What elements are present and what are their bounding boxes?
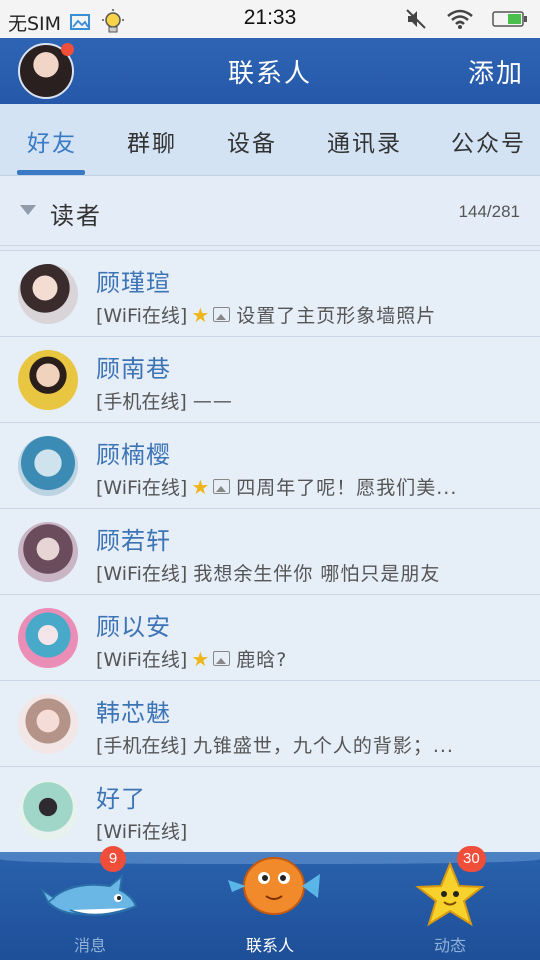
contact-row[interactable]: 顾若轩 [WiFi在线] 我想余生伴你 哪怕只是朋友	[0, 508, 540, 594]
friend-group-header[interactable]: 读者 144/281	[0, 176, 540, 246]
group-online-count: 144/281	[458, 202, 520, 221]
tab-address-book[interactable]: 通讯录	[327, 124, 402, 158]
signature: 我想余生伴你 哪怕只是朋友	[193, 563, 441, 585]
online-status: [手机在线]	[96, 735, 187, 757]
online-status: [WiFi在线]	[96, 477, 188, 499]
unread-badge: 9	[100, 846, 126, 872]
avatar	[18, 694, 78, 754]
contact-list: 顾瑾瑄 [WiFi在线] ★ 设置了主页形象墙照片 顾南巷 [手机在线] —— …	[0, 250, 540, 852]
contact-status-line: [手机在线] ——	[96, 387, 233, 414]
contact-row[interactable]: 韩芯魅 [手机在线] 九锥盛世，九个人的背影；...	[0, 680, 540, 766]
image-icon	[213, 651, 231, 666]
mute-icon	[406, 9, 426, 29]
contact-row[interactable]: 顾以安 [WiFi在线] ★ 鹿晗?	[0, 594, 540, 680]
group-name: 读者	[50, 202, 102, 230]
contact-status-line: [WiFi在线] ★ 鹿晗?	[96, 645, 287, 672]
active-tab-indicator	[17, 170, 85, 175]
bottom-nav: 9 消息 联系人 30 动态	[0, 846, 540, 960]
collapse-arrow-icon	[20, 205, 36, 215]
online-status: [WiFi在线]	[96, 649, 188, 671]
signature: 四周年了呢！愿我们美...	[236, 477, 458, 499]
notification-badge: 30	[457, 846, 486, 872]
nav-contacts[interactable]: 联系人	[180, 852, 360, 960]
nav-messages[interactable]: 9 消息	[0, 846, 180, 960]
contact-row[interactable]: 顾南巷 [手机在线] ——	[0, 336, 540, 422]
star-icon: ★	[191, 302, 210, 327]
tab-official-accounts[interactable]: 公众号	[451, 124, 526, 158]
contact-name: 顾若轩	[96, 527, 171, 555]
signature: 设置了主页形象墙照片	[236, 305, 437, 327]
tab-groups[interactable]: 群聊	[127, 124, 177, 158]
contact-row[interactable]: 好了 [WiFi在线]	[0, 766, 540, 852]
avatar	[18, 350, 78, 410]
contact-name: 顾南巷	[96, 355, 171, 383]
tab-friends[interactable]: 好友	[27, 124, 77, 158]
star-icon: ★	[191, 474, 210, 499]
nav-label: 消息	[73, 936, 106, 955]
online-status: [手机在线]	[96, 391, 187, 413]
avatar	[18, 436, 78, 496]
signature: 九锥盛世，九个人的背影；...	[192, 735, 454, 757]
contact-tabs: 好友 群聊 设备 通讯录 公众号	[0, 104, 540, 176]
avatar	[18, 608, 78, 668]
nav-label: 动态	[433, 936, 466, 955]
page-title: 联系人	[227, 59, 312, 89]
contact-name: 韩芯魅	[96, 699, 171, 727]
add-button[interactable]: 添加	[468, 53, 524, 90]
wifi-icon	[447, 9, 473, 29]
star-icon: ★	[191, 646, 210, 671]
online-status: [WiFi在线]	[96, 821, 188, 843]
contact-status-line: [手机在线] 九锥盛世，九个人的背影；...	[96, 731, 454, 758]
tab-devices[interactable]: 设备	[227, 124, 277, 158]
image-icon	[213, 479, 231, 494]
online-status: [WiFi在线]	[96, 305, 188, 327]
online-status: [WiFi在线]	[96, 563, 188, 585]
nav-feed[interactable]: 30 动态	[360, 846, 540, 960]
avatar	[18, 780, 78, 840]
contact-status-line: [WiFi在线] ★ 四周年了呢！愿我们美...	[96, 473, 457, 500]
status-bar: 无SIM 21:33	[0, 0, 540, 38]
contact-status-line: [WiFi在线] 我想余生伴你 哪怕只是朋友	[96, 559, 440, 586]
image-icon	[213, 307, 231, 322]
signature: 鹿晗?	[236, 649, 288, 671]
avatar	[18, 522, 78, 582]
contact-name: 顾以安	[96, 613, 171, 641]
contact-row[interactable]: 顾楠樱 [WiFi在线] ★ 四周年了呢！愿我们美...	[0, 422, 540, 508]
contact-status-line: [WiFi在线]	[96, 817, 187, 844]
contact-row[interactable]: 顾瑾瑄 [WiFi在线] ★ 设置了主页形象墙照片	[0, 250, 540, 336]
avatar	[18, 264, 78, 324]
contact-status-line: [WiFi在线] ★ 设置了主页形象墙照片	[96, 301, 436, 328]
nav-label: 联系人	[245, 936, 294, 955]
signature: ——	[192, 389, 233, 412]
pufferfish-icon	[228, 857, 320, 915]
shark-icon	[40, 873, 138, 916]
contact-name: 好了	[96, 785, 146, 813]
battery-icon	[492, 11, 527, 27]
app-header: 联系人 添加	[0, 38, 540, 104]
contact-name: 顾楠樱	[96, 441, 171, 469]
contact-name: 顾瑾瑄	[96, 269, 171, 297]
